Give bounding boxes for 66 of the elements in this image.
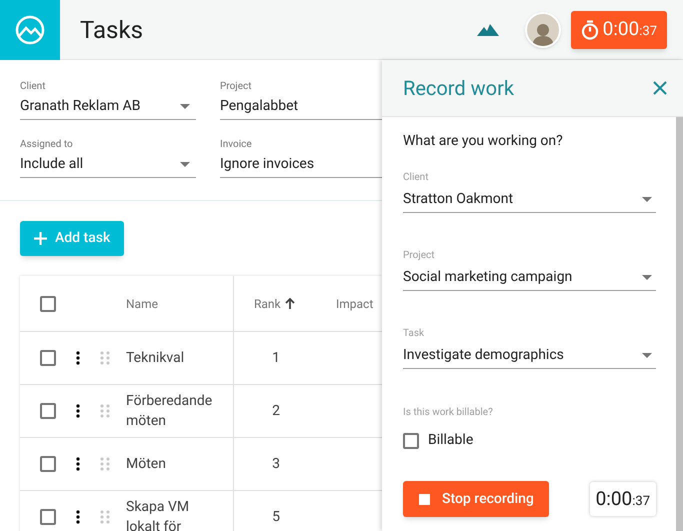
row-checkbox[interactable] <box>40 456 56 472</box>
field-label: Project <box>403 249 436 263</box>
drawer-dropdown[interactable]: Client Stratton Oakmont <box>403 171 656 213</box>
field-value: Social marketing campaign <box>403 268 572 286</box>
dropdown-caret-icon <box>642 274 652 280</box>
field-label: Client <box>403 171 430 185</box>
drag-handle-icon[interactable] <box>100 351 110 365</box>
field-label: Project <box>220 80 253 94</box>
drawer-dropdown[interactable]: Task Investigate demographics <box>403 327 656 369</box>
drawer-title: Record work <box>403 75 514 102</box>
row-checkbox[interactable] <box>40 403 56 419</box>
row-checkbox[interactable] <box>40 350 56 366</box>
field-value: Granath Reklam AB <box>20 97 141 115</box>
field-value: Pengalabbet <box>220 97 298 115</box>
task-name: Teknikval <box>126 349 186 368</box>
billable-label: Billable <box>428 431 474 450</box>
field-label: Task <box>403 327 426 341</box>
task-name: Skapa VM lokalt för <box>126 498 190 531</box>
select-all-checkbox[interactable] <box>40 296 56 312</box>
stopwatch-icon <box>580 20 599 40</box>
scrollbar[interactable] <box>676 117 683 531</box>
field-value: Investigate demographics <box>403 346 564 364</box>
avatar[interactable] <box>524 12 561 48</box>
timer-seconds: :37 <box>632 492 650 511</box>
field-label: Assigned to <box>20 138 74 152</box>
field-value: Stratton Oakmont <box>403 190 514 208</box>
field-value: Ignore invoices <box>220 155 314 173</box>
filter-dropdown[interactable]: Client Granath Reklam AB <box>20 80 196 120</box>
dropdown-caret-icon <box>180 104 190 108</box>
timer-value: 0:00 <box>596 486 632 512</box>
rank-value: 1 <box>272 348 280 368</box>
timer-value: 0:00 <box>602 16 640 42</box>
drag-handle-icon[interactable] <box>100 404 110 418</box>
column-header[interactable]: Impact <box>336 294 374 312</box>
drawer-dropdown[interactable]: Project Social marketing campaign <box>403 249 656 291</box>
rank-value: 3 <box>272 454 280 474</box>
drag-handle-icon[interactable] <box>100 510 110 524</box>
rank-value: 2 <box>272 402 280 420</box>
sort-arrow-icon[interactable] <box>284 298 295 309</box>
field-label: Client <box>20 80 46 94</box>
drag-handle-icon[interactable] <box>100 457 110 471</box>
field-value: Include all <box>20 155 84 173</box>
dropdown-caret-icon <box>180 162 190 166</box>
task-name: Förberedande möten <box>126 392 214 431</box>
mountains-icon[interactable] <box>476 24 499 36</box>
timer-seconds: :37 <box>639 23 657 42</box>
row-checkbox[interactable] <box>40 509 56 525</box>
close-icon[interactable] <box>653 81 667 95</box>
column-header[interactable]: Rank <box>254 294 281 312</box>
more-vertical-icon[interactable] <box>76 510 80 524</box>
dropdown-caret-icon <box>642 352 652 358</box>
billable-question: Is this work billable? <box>403 406 494 420</box>
more-vertical-icon[interactable] <box>76 404 80 418</box>
filter-dropdown[interactable]: Assigned to Include all <box>20 138 196 178</box>
dropdown-caret-icon <box>642 196 652 202</box>
stop-icon <box>419 494 430 504</box>
field-label: Invoice <box>220 138 253 152</box>
column-header[interactable]: Name <box>126 294 158 312</box>
more-vertical-icon[interactable] <box>76 351 80 365</box>
task-name: Möten <box>126 455 167 474</box>
page-title: Tasks <box>80 14 144 46</box>
more-vertical-icon[interactable] <box>76 457 80 471</box>
rank-value: 5 <box>272 508 280 526</box>
plus-icon <box>34 232 47 245</box>
billable-checkbox[interactable] <box>403 432 419 448</box>
drawer-question: What are you working on? <box>403 132 564 151</box>
